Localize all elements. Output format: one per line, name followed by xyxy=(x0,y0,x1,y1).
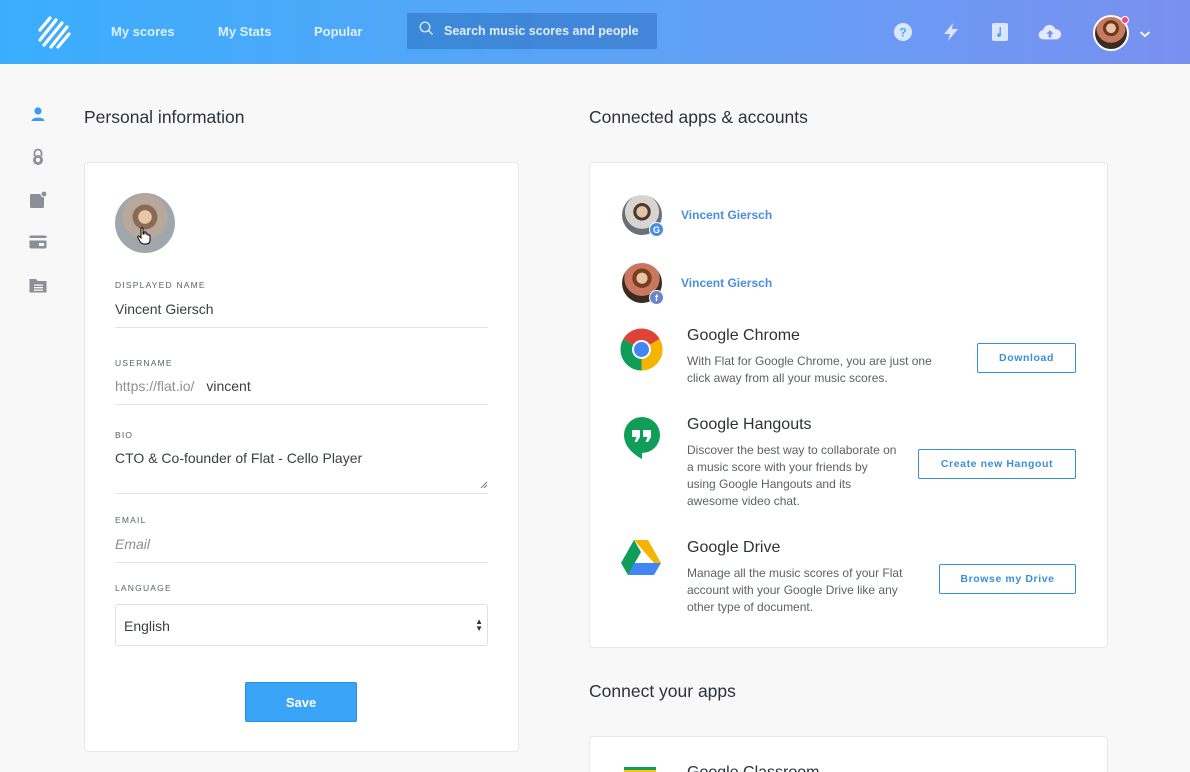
search-input[interactable] xyxy=(444,24,644,38)
email-label: EMAIL xyxy=(115,515,147,525)
upload-cloud-icon[interactable] xyxy=(1038,20,1062,44)
email-field[interactable]: Email xyxy=(115,536,488,563)
drive-description: Manage all the music scores of your Flat… xyxy=(687,566,903,614)
language-value: English xyxy=(124,618,170,634)
displayed-name-field[interactable]: Vincent Giersch xyxy=(115,301,488,328)
drive-title: Google Drive xyxy=(687,539,781,556)
connected-apps-panel: G Vincent Giersch f Vincent Giersch Goog… xyxy=(589,162,1108,648)
top-navigation-bar: My scores My Stats Popular ? xyxy=(0,0,1190,64)
user-icon[interactable] xyxy=(28,104,48,124)
lightning-icon[interactable] xyxy=(939,20,963,44)
google-drive-icon xyxy=(620,539,663,582)
hangouts-title: Google Hangouts xyxy=(687,416,812,433)
svg-text:?: ? xyxy=(899,26,906,40)
bio-textarea[interactable]: CTO & Co-founder of Flat - Cello Player xyxy=(115,450,488,494)
connect-apps-panel: Google Classroom xyxy=(589,736,1108,772)
chrome-icon xyxy=(620,328,663,371)
username-value: vincent xyxy=(206,378,251,394)
personal-information-heading: Personal information xyxy=(84,107,245,127)
select-arrows-icon: ▲ ▼ xyxy=(475,617,483,633)
chrome-title: Google Chrome xyxy=(687,327,800,344)
search-icon xyxy=(419,21,434,41)
search-bar[interactable] xyxy=(407,13,657,49)
save-button[interactable]: Save xyxy=(245,682,357,722)
facebook-account-name[interactable]: Vincent Giersch xyxy=(681,276,772,290)
nav-my-stats[interactable]: My Stats xyxy=(218,24,271,39)
create-hangout-button[interactable]: Create new Hangout xyxy=(918,449,1076,479)
connected-apps-heading: Connected apps & accounts xyxy=(589,107,808,127)
help-icon[interactable]: ? xyxy=(891,20,915,44)
bio-value: CTO & Co-founder of Flat - Cello Player xyxy=(115,450,363,466)
hangouts-description: Discover the best way to collaborate on … xyxy=(687,443,897,508)
facebook-badge-icon: f xyxy=(649,290,664,305)
chrome-description: With Flat for Google Chrome, you are jus… xyxy=(687,354,932,385)
new-score-icon[interactable] xyxy=(988,20,1012,44)
credit-card-icon[interactable] xyxy=(28,232,48,252)
language-label: LANGUAGE xyxy=(115,583,172,593)
classroom-title: Google Classroom xyxy=(687,764,820,772)
resize-handle-icon[interactable] xyxy=(480,476,488,492)
browse-drive-button[interactable]: Browse my Drive xyxy=(939,564,1076,594)
username-prefix: https://flat.io/ xyxy=(115,378,195,394)
google-badge-icon: G xyxy=(649,222,664,237)
lock-icon[interactable] xyxy=(28,147,48,167)
connect-your-apps-heading: Connect your apps xyxy=(589,681,736,701)
folder-icon[interactable] xyxy=(28,275,48,295)
bio-label: BIO xyxy=(115,430,134,440)
username-field[interactable]: https://flat.io/vincent xyxy=(115,378,488,405)
chevron-down-icon[interactable] xyxy=(1139,26,1151,44)
hand-cursor-icon xyxy=(137,227,151,250)
username-label: USERNAME xyxy=(115,358,173,368)
language-select[interactable]: English ▲ ▼ xyxy=(115,604,488,646)
nav-popular[interactable]: Popular xyxy=(314,24,362,39)
download-button[interactable]: Download xyxy=(977,343,1076,373)
google-account-name[interactable]: Vincent Giersch xyxy=(681,208,772,222)
displayed-name-label: DISPLAYED NAME xyxy=(115,280,206,290)
flat-logo[interactable] xyxy=(36,14,72,50)
nav-my-scores[interactable]: My scores xyxy=(111,24,175,39)
google-classroom-icon xyxy=(624,767,656,772)
notification-dot xyxy=(1121,16,1129,24)
personal-information-panel: DISPLAYED NAME Vincent Giersch USERNAME … xyxy=(84,162,519,752)
notification-icon[interactable] xyxy=(28,190,48,210)
hangouts-icon xyxy=(623,416,666,459)
